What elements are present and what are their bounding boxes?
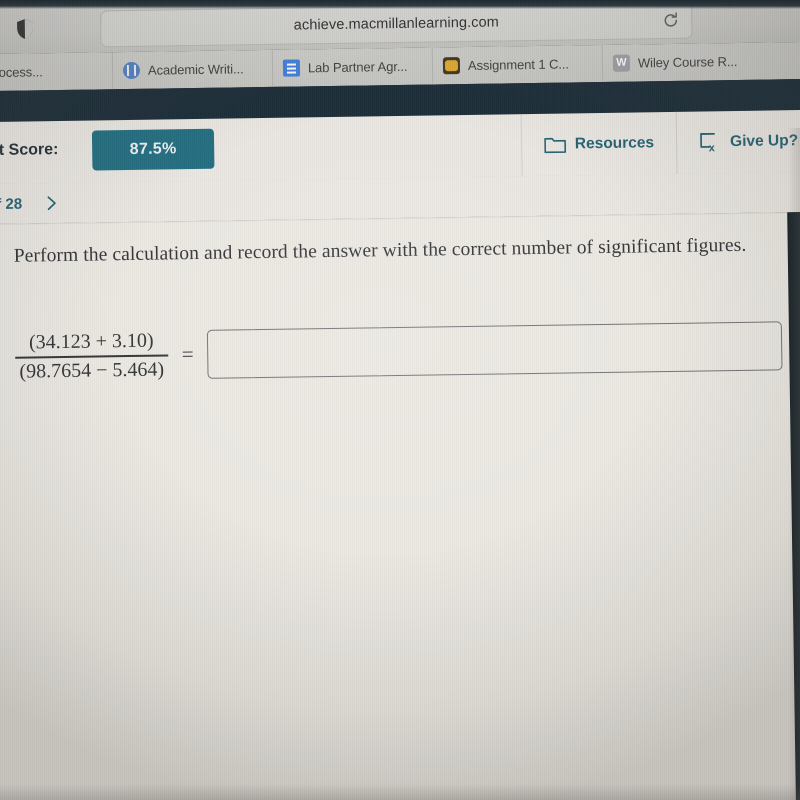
answer-input[interactable] bbox=[207, 321, 783, 380]
answer-row: (34.123 + 3.10) (98.7654 − 5.464) = bbox=[15, 320, 783, 383]
screenshot-photo-of-laptop-screen: achieve.macmillanlearning.com iting Proc… bbox=[0, 0, 800, 800]
resources-label: Resources bbox=[574, 134, 655, 153]
tab-label: Assignment 1 C... bbox=[467, 56, 569, 73]
url-text: achieve.macmillanlearning.com bbox=[293, 14, 500, 34]
tab-label: iting Process... bbox=[0, 64, 43, 81]
shield-icon[interactable] bbox=[16, 18, 33, 39]
fraction-denominator: (98.7654 − 5.464) bbox=[19, 358, 165, 383]
tab-label: Lab Partner Agr... bbox=[307, 58, 408, 76]
wiley-w-icon: W bbox=[612, 54, 631, 72]
square-x-icon: x bbox=[699, 132, 721, 154]
reload-icon[interactable] bbox=[662, 12, 679, 29]
browser-tab[interactable]: Academic Writi... bbox=[112, 49, 274, 90]
math-fraction: (34.123 + 3.10) (98.7654 − 5.464) bbox=[15, 329, 168, 383]
give-up-label: Give Up? bbox=[729, 132, 799, 151]
header-actions: Resources x Give Up? bbox=[520, 109, 800, 177]
browser-tab[interactable]: iting Process... bbox=[0, 52, 114, 92]
tab-label: Academic Writi... bbox=[147, 61, 244, 78]
tilted-screen-content: achieve.macmillanlearning.com iting Proc… bbox=[0, 0, 800, 800]
svg-text:x: x bbox=[709, 142, 716, 152]
browser-tab[interactable]: Lab Partner Agr... bbox=[272, 47, 434, 87]
browser-tab[interactable]: W Wiley Course R... bbox=[603, 42, 784, 82]
assignment-score-badge: 87.5% bbox=[91, 128, 215, 171]
equals-sign: = bbox=[181, 342, 194, 367]
resources-button[interactable]: Resources bbox=[520, 111, 677, 177]
give-up-button[interactable]: x Give Up? bbox=[675, 109, 800, 174]
blue-circle-icon bbox=[122, 61, 141, 80]
question-card: Perform the calculation and record the a… bbox=[0, 212, 797, 800]
browser-tab[interactable]: Assignment 1 C... bbox=[432, 44, 604, 85]
assignment-score-label: nment Score: bbox=[0, 141, 59, 160]
tab-label: Wiley Course R... bbox=[637, 53, 738, 71]
question-prompt: Perform the calculation and record the a… bbox=[13, 234, 747, 267]
owl-icon bbox=[442, 57, 461, 75]
folder-icon bbox=[543, 136, 566, 154]
google-docs-icon bbox=[282, 59, 301, 77]
question-counter: n 18 of 28 bbox=[0, 195, 23, 213]
fraction-numerator: (34.123 + 3.10) bbox=[28, 329, 154, 354]
chevron-right-icon[interactable] bbox=[46, 195, 58, 211]
photo-top-edge bbox=[0, 0, 800, 9]
